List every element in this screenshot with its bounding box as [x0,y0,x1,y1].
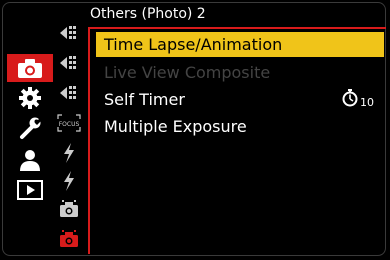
playback-icon [17,180,43,200]
focus-icon-label: FOCUS [59,121,80,128]
menu-divider-vertical [88,27,90,254]
menu-title: Others (Photo) 2 [90,6,206,22]
camera-icon [18,59,42,78]
subtab-af-1[interactable] [56,22,82,44]
subtab-flash-2[interactable] [56,170,82,192]
gear-icon [19,87,41,109]
flash-icon [64,143,74,163]
subtab-others-1[interactable] [56,198,82,220]
flash-icon [64,171,74,191]
af-area-icon [60,56,76,69]
camera-small-active-icon [60,230,78,247]
af-area-icon [60,26,76,39]
menu-item-label: Live View Composite [104,63,271,82]
category-photo[interactable] [7,54,53,82]
category-custom[interactable] [7,84,53,112]
menu-item-time-lapse[interactable]: Time Lapse/Animation [96,32,384,57]
category-my-menu[interactable] [7,146,53,174]
category-playback[interactable] [7,176,53,204]
menu-item-live-view-composite[interactable]: Live View Composite [96,60,384,85]
subtab-flash-1[interactable] [56,142,82,164]
menu-item-self-timer[interactable]: Self Timer 10 [96,87,384,112]
category-setup[interactable] [7,114,53,142]
subtab-others-2[interactable] [56,228,82,250]
af-area-icon [60,86,76,99]
subtab-af-2[interactable] [56,52,82,74]
person-icon [20,150,40,171]
menu-item-multiple-exposure[interactable]: Multiple Exposure [96,114,384,139]
self-timer-value-text: 10 [360,96,374,109]
self-timer-icon [342,89,358,107]
menu-item-label: Time Lapse/Animation [104,35,283,54]
camera-small-icon [60,200,78,217]
wrench-icon [20,117,41,139]
focus-icon: FOCUS [57,114,81,132]
camera-menu-screen: Others (Photo) 2 FOCUS Time Lapse/Animat… [0,0,390,260]
subtab-af-3[interactable] [56,82,82,104]
subtab-focus[interactable]: FOCUS [56,112,82,134]
menu-item-label: Multiple Exposure [104,117,247,136]
menu-item-label: Self Timer [104,90,185,109]
menu-divider-horizontal [88,27,386,29]
self-timer-value: 10 [341,88,374,108]
